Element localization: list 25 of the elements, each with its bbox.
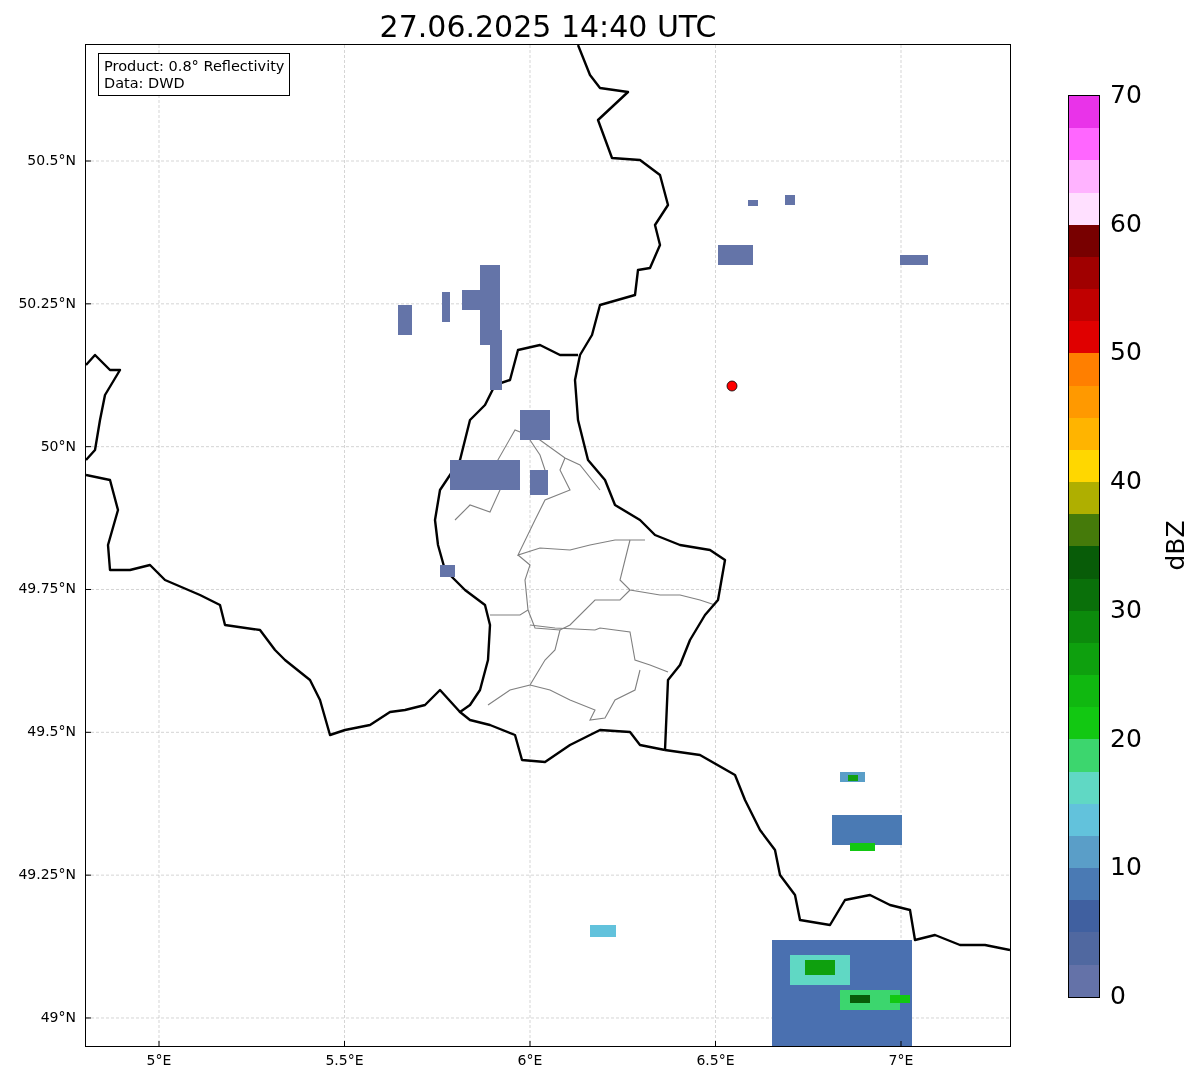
axis-tick-label: 6°E (517, 1052, 543, 1068)
colorbar-tick-label: 60 (1110, 209, 1142, 238)
info-text: Product: 0.8° Reflectivity (104, 58, 285, 75)
colorbar-tick-label: 40 (1110, 467, 1142, 496)
axis-tick-label: 50°N (40, 437, 76, 454)
colorbar-tick-label: 0 (1110, 982, 1126, 1010)
colorbar-tick-label: 30 (1110, 595, 1142, 624)
axis-tick-label: 49.5°N (27, 723, 76, 740)
axis-tick-label: 49.25°N (18, 866, 76, 883)
chart-title: 27.06.2025 14:40 UTC (379, 9, 717, 45)
colorbar-tick-label: 70 (1110, 81, 1142, 109)
axis-tick-label: 49°N (40, 1008, 76, 1025)
radar-site-marker (726, 380, 738, 392)
axis-tick-label: 5°E (146, 1052, 172, 1068)
axis-tick-label: 7°E (888, 1052, 914, 1068)
axis-tick-label: 5.5°E (325, 1052, 364, 1068)
colorbar-tick-label: 50 (1110, 338, 1142, 367)
colorbar-tick-label: 20 (1110, 724, 1142, 753)
colorbar-tick-label: 10 (1110, 853, 1142, 882)
axis-tick-label: 49.75°N (18, 580, 76, 597)
axis-tick-label: 6.5°E (696, 1052, 735, 1068)
colorbar-label: dBZ (1160, 520, 1190, 571)
info-text: Data: DWD (104, 75, 186, 92)
axis-tick-label: 50.25°N (18, 294, 76, 311)
axis-tick-label: 50.5°N (27, 152, 76, 168)
